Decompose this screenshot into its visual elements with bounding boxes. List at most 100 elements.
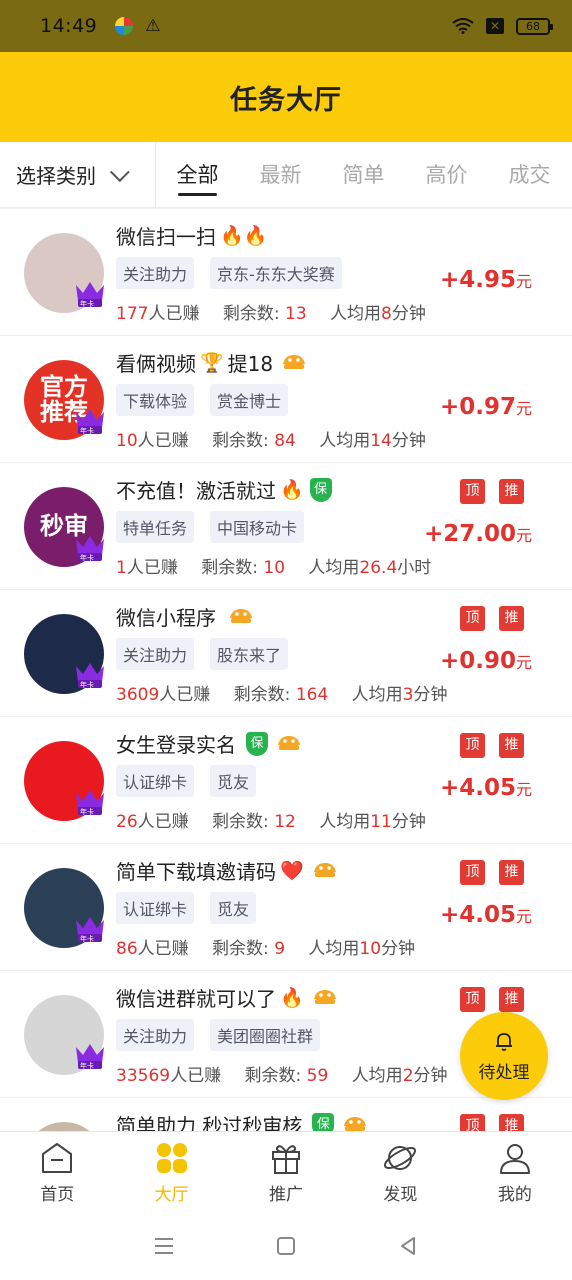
crown-badge-icon: 年卡 [74,1041,106,1071]
task-flags: 顶推 [460,606,524,631]
avg-label: 人均用 [308,939,360,959]
avg-label: 人均用 [351,685,403,705]
avg-unit: 分钟 [391,304,426,324]
task-title: 不充值！激活就过 🔥 保 [116,475,332,504]
fast-review-icon [312,860,338,882]
user-icon [499,1144,530,1174]
task-card[interactable]: 秒审 年卡 不充值！激活就过 🔥 保 特单任务 中国移动卡 1人已赚 剩余数: 1… [0,463,572,590]
task-card[interactable]: 官方 推荐 年卡 看俩视频 🏆 提18 下载体验 赏金博士 10人已赚 剩余数: … [0,336,572,463]
task-tag: 关注助力 [116,1019,195,1051]
menu-icon[interactable] [153,1235,175,1257]
avg-label: 人均用 [351,1066,403,1086]
task-tags: 关注助力 京东-东东大奖赛 [116,257,342,289]
task-tag: 中国移动卡 [210,511,305,543]
nav-hall[interactable]: 大厅 [114,1132,228,1211]
reward-amount: +0.97 [439,394,516,420]
task-stats: 1人已赚 剩余数: 10 人均用26.4小时 [116,553,431,578]
task-avatar [24,1122,104,1131]
task-tags: 下载体验 赏金博士 [116,384,289,416]
crown-badge-icon: 年卡 [74,914,106,944]
task-title: 简单助力 秒过秒审核 保 [116,1110,368,1131]
task-title: 微信进群就可以了 🔥 [116,983,338,1012]
task-tag: 关注助力 [116,638,195,670]
back-icon[interactable] [397,1235,419,1257]
title-emoji-icon: 🏆 [200,352,224,374]
nav-promote[interactable]: 推广 [229,1132,343,1211]
task-title-text: 看俩视频 [116,352,196,376]
task-tag: 认证绑卡 [116,765,195,797]
task-tags: 认证绑卡 觅友 [116,765,257,797]
pending-button[interactable]: 待处理 [460,1012,548,1100]
task-tag: 下载体验 [116,384,195,416]
category-select[interactable]: 选择类别 [0,141,156,208]
pin-top-badge: 顶 [460,606,485,631]
remaining-count: 84 [274,431,296,451]
avg-unit: 分钟 [413,685,448,705]
tab-deals[interactable]: 成交 [488,142,571,208]
title-emoji-icon: 🔥🔥 [220,225,268,247]
guarantee-shield-icon: 保 [309,477,332,502]
tab-simple[interactable]: 简单 [322,142,405,208]
tab-latest[interactable]: 最新 [239,142,322,208]
remaining-label: 剩余数: [222,304,280,324]
fast-review-icon [276,733,302,755]
avg-value: 11 [370,812,392,832]
tab-all[interactable]: 全部 [156,142,239,208]
fast-review-icon [228,606,254,628]
reward-amount: +0.90 [439,648,516,674]
app-notification-icon [115,17,134,35]
avg-unit: 分钟 [381,939,416,959]
earned-count: 3609 [116,685,160,705]
avatar-text [24,1122,104,1131]
avg-value: 3 [402,685,414,705]
task-tag: 赏金博士 [210,384,289,416]
task-stats: 26人已赚 剩余数: 12 人均用11分钟 [116,807,426,832]
crown-badge-icon: 年卡 [74,533,106,563]
title-emoji-icon: 🔥 [280,479,304,501]
remaining-label: 剩余数: [212,812,269,832]
chevron-down-icon [109,161,130,182]
task-tag: 特单任务 [116,511,195,543]
task-flags: 顶推 [460,733,524,758]
task-reward: +0.90元 [440,648,532,674]
crown-badge-icon: 年卡 [74,787,106,817]
title-emoji-icon: 🔥 [280,987,304,1009]
pending-label: 待处理 [478,1062,530,1083]
nav-mine[interactable]: 我的 [458,1132,572,1211]
crown-label: 年卡 [80,808,94,816]
earned-label: 人已赚 [137,812,189,832]
task-flags: 顶推 [460,987,524,1012]
task-card[interactable]: 年卡 微信扫一扫 🔥🔥 关注助力 京东-东东大奖赛 177人已赚 剩余数: 13 … [0,209,572,336]
avg-value: 26.4 [359,558,398,578]
avg-value: 8 [381,304,392,324]
task-card[interactable]: 年卡 微信小程序 关注助力 股东来了 3609人已赚 剩余数: 164 人均用3分… [0,590,572,717]
task-title-suffix: 提18 [227,352,274,376]
guarantee-shield-icon: 保 [246,731,268,756]
task-tag: 觅友 [210,892,257,924]
recommend-badge: 推 [499,1114,524,1131]
earned-count: 86 [116,939,138,959]
task-title-text: 微信小程序 [116,606,216,630]
avg-value: 2 [402,1066,414,1086]
task-card[interactable]: 年卡 女生登录实名 保 认证绑卡 觅友 26人已赚 剩余数: 12 人均用11分钟… [0,717,572,844]
task-card[interactable]: 简单助力 秒过秒审核 保 顶推 [0,1098,572,1131]
task-title-text: 微信扫一扫 [116,225,216,249]
remaining-label: 剩余数: [212,431,269,451]
earned-label: 人已赚 [126,558,178,578]
task-reward: +4.95元 [440,267,532,293]
task-tag: 美团圈圈社群 [210,1019,321,1051]
nav-discover-label: 发现 [383,1185,418,1205]
no-sim-icon: ✕ [486,18,504,34]
task-title-text: 微信进群就可以了 [116,987,276,1011]
nav-discover[interactable]: 发现 [343,1132,457,1211]
nav-home[interactable]: 首页 [0,1132,114,1211]
task-tag: 认证绑卡 [116,892,195,924]
crown-badge-icon: 年卡 [74,279,106,309]
home-square-icon[interactable] [275,1235,297,1257]
task-card[interactable]: 年卡 简单下载填邀请码 ❤️ 认证绑卡 觅友 86人已赚 剩余数: 9 人均用10… [0,844,572,971]
tab-high-price[interactable]: 高价 [405,142,488,208]
remaining-count: 13 [285,304,307,324]
reward-amount: +4.95 [439,267,516,293]
task-reward: +0.97元 [440,394,532,420]
filter-bar: 选择类别 全部 最新 简单 高价 成交 [0,141,572,208]
